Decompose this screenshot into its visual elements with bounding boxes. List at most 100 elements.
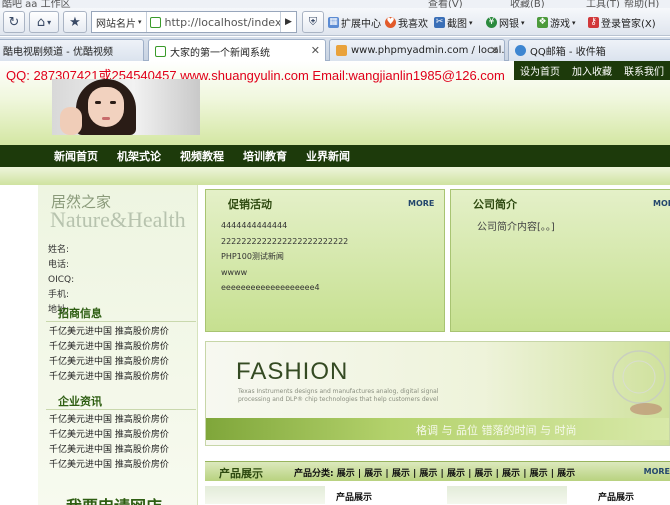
netbank-button[interactable]: ¥ 网银 ▾ [486, 15, 525, 30]
nav-video-tutorials[interactable]: 视频教程 [180, 148, 224, 164]
nav-industry-news[interactable]: 业界新闻 [306, 148, 350, 164]
top-links: 设为首页 加入收藏 联系我们 [514, 61, 670, 80]
tab-qqmail[interactable]: QQ邮箱 - 收件箱 [508, 39, 670, 61]
section-investment-title: 招商信息 [58, 307, 102, 320]
chevron-down-icon: ▾ [572, 18, 576, 27]
browser-toolbar: ↻ ⌂ ▾ ★ 网站名片 ▾ http://localhost/index ▶ ⛨ … [0, 8, 670, 36]
list-item[interactable]: PHP100测试新闻 [221, 249, 348, 265]
add-favorite-link[interactable]: 加入收藏 [566, 63, 618, 78]
products-more-link[interactable]: MORE [644, 467, 670, 476]
left-sidebar: 居然之家 Nature&Health 姓名: 电话: OICQ: 手机: 地址:… [38, 185, 198, 505]
tab-news-system[interactable]: 大家的第一个新闻系统 ✕ [148, 39, 326, 62]
product-categories[interactable]: 产品分类: 展示 | 展示 | 展示 | 展示 | 展示 | 展示 | 展示 |… [294, 466, 575, 479]
list-item[interactable]: eeeeeeeeeeeeeeeeeee4 [221, 280, 348, 296]
screenshot-button[interactable]: ✂ 截图 ▾ [434, 15, 473, 30]
close-icon[interactable]: ✕ [311, 44, 320, 57]
chevron-down-icon: ▾ [521, 18, 525, 27]
list-item[interactable]: 千亿美元进中国 推高股价房价 [49, 340, 169, 355]
promo-panel: 促销活动 MORE 4444444444444 2222222222222222… [205, 189, 445, 332]
mail-icon [515, 45, 526, 56]
company-more-link[interactable]: MORE [653, 199, 670, 208]
products-title: 产品展示 [219, 467, 263, 480]
banner-photo [52, 79, 200, 135]
list-item[interactable]: 4444444444444 [221, 218, 348, 234]
list-item[interactable]: 千亿美元进中国 推高股价房价 [49, 458, 169, 473]
chevron-down-icon: ▾ [47, 17, 52, 27]
product-label[interactable]: 产品展示 [336, 490, 372, 503]
product-thumbnail[interactable] [205, 486, 325, 504]
site-banner: QQ: 287307421或254540457 www.shuangyulin.… [0, 61, 670, 145]
games-button[interactable]: ❖ 游戏 ▾ [537, 15, 576, 30]
list-item[interactable]: 2222222222222222222222222 [221, 234, 348, 250]
apply-shop-title[interactable]: 我要申请网店 [66, 493, 162, 505]
play-icon[interactable]: ▶ [280, 12, 296, 32]
fashion-title: FASHION [236, 358, 349, 385]
list-item[interactable]: 千亿美元进中国 推高股价房价 [49, 443, 169, 458]
menu-strip-left-text: 酷吧 aa 工作区 [2, 0, 71, 8]
list-item[interactable]: 千亿美元进中国 推高股价房价 [49, 428, 169, 443]
chevron-down-icon: ▾ [138, 18, 142, 26]
fashion-description: Texas Instruments designs and manufactur… [238, 388, 439, 403]
set-homepage-link[interactable]: 设为首页 [514, 63, 566, 78]
likes-button[interactable]: ♥ 我喜欢 [385, 15, 428, 30]
products-bar: 产品展示 产品分类: 展示 | 展示 | 展示 | 展示 | 展示 | 展示 |… [205, 461, 670, 481]
tab-youku[interactable]: 酷电视剧频道 - 优酷视频 [0, 39, 144, 61]
site-card-button[interactable]: 网站名片 ▾ [92, 12, 147, 32]
page-icon [149, 16, 161, 28]
key-icon: ⚷ [588, 17, 599, 28]
info-oicq-label: OICQ: [48, 275, 75, 285]
chevron-down-icon: ▾ [469, 18, 473, 27]
page-icon [155, 45, 166, 57]
close-icon[interactable]: ✕ [490, 44, 499, 57]
web-page: QQ: 287307421或254540457 www.shuangyulin.… [0, 61, 670, 505]
product-label[interactable]: 产品展示 [598, 490, 634, 503]
refresh-icon: ↻ [8, 14, 20, 30]
menu-view[interactable]: 查看(V) [428, 0, 463, 8]
favorites-button[interactable]: ★ [63, 11, 87, 33]
extensions-button[interactable]: ▦ 扩展中心 [328, 15, 381, 30]
menu-favorites[interactable]: 收藏(B) [510, 0, 545, 8]
promo-title: 促销活动 [228, 198, 272, 211]
nav-news-home[interactable]: 新闻首页 [54, 148, 98, 164]
list-item[interactable]: 千亿美元进中国 推高股价房价 [49, 325, 169, 340]
promo-list: 4444444444444 2222222222222222222222222 … [221, 218, 348, 296]
enterprise-list: 千亿美元进中国 推高股价房价 千亿美元进中国 推高股价房价 千亿美元进中国 推高… [49, 413, 169, 473]
tab-bar: 酷电视剧频道 - 优酷视频 大家的第一个新闻系统 ✕ www.phpmyadmi… [0, 37, 670, 62]
menu-help[interactable]: 帮助(H) [624, 0, 659, 8]
section-enterprise-title: 企业资讯 [58, 395, 102, 408]
list-item[interactable]: 千亿美元进中国 推高股价房价 [49, 370, 169, 385]
menu-strip: 酷吧 aa 工作区 查看(V) 收藏(B) 工具(T) 帮助(H) [0, 0, 670, 8]
company-intro-text: 公司简介内容[。。] [477, 222, 555, 233]
company-title: 公司简介 [473, 198, 517, 211]
security-button[interactable]: ⛨ [302, 11, 324, 33]
info-name-label: 姓名: [48, 245, 70, 255]
refresh-button[interactable]: ↻ [3, 11, 25, 33]
shield-icon: ⛨ [308, 15, 318, 28]
fashion-decoration [612, 350, 666, 415]
star-icon: ★ [69, 14, 81, 30]
tab-phpmyadmin[interactable]: www.phpmyadmin.com / local... ✕ [329, 39, 505, 61]
address-bar[interactable]: 网站名片 ▾ http://localhost/index ▶ [91, 11, 297, 33]
list-item[interactable]: wwww [221, 265, 348, 281]
nav-rack-forum[interactable]: 机架式论 [117, 148, 161, 164]
phpmyadmin-icon [336, 45, 347, 56]
home-button[interactable]: ⌂ ▾ [29, 11, 59, 33]
product-thumbnail[interactable] [447, 486, 567, 504]
login-manager-button[interactable]: ⚷ 登录管家(X) [588, 15, 656, 30]
gamepad-icon: ❖ [537, 17, 548, 28]
url-input[interactable]: http://localhost/index [161, 16, 282, 29]
company-panel: 公司简介 MORE 公司简介内容[。。] [450, 189, 670, 332]
main-nav: 新闻首页 机架式论 视频教程 培训教育 业界新闻 [0, 145, 670, 167]
brand-name-en: Nature&Health [50, 207, 186, 232]
promo-more-link[interactable]: MORE [408, 199, 434, 208]
investment-list: 千亿美元进中国 推高股价房价 千亿美元进中国 推高股价房价 千亿美元进中国 推高… [49, 325, 169, 385]
fashion-slogan: 格调 与 品位 错落的时间 与 时尚 [416, 424, 577, 437]
list-item[interactable]: 千亿美元进中国 推高股价房价 [49, 355, 169, 370]
menu-tools[interactable]: 工具(T) [586, 0, 620, 8]
nav-training[interactable]: 培训教育 [243, 148, 287, 164]
list-item[interactable]: 千亿美元进中国 推高股价房价 [49, 413, 169, 428]
heart-icon: ♥ [385, 17, 396, 28]
home-icon: ⌂ [36, 14, 46, 30]
contact-us-link[interactable]: 联系我们 [618, 63, 670, 78]
scissors-icon: ✂ [434, 17, 445, 28]
